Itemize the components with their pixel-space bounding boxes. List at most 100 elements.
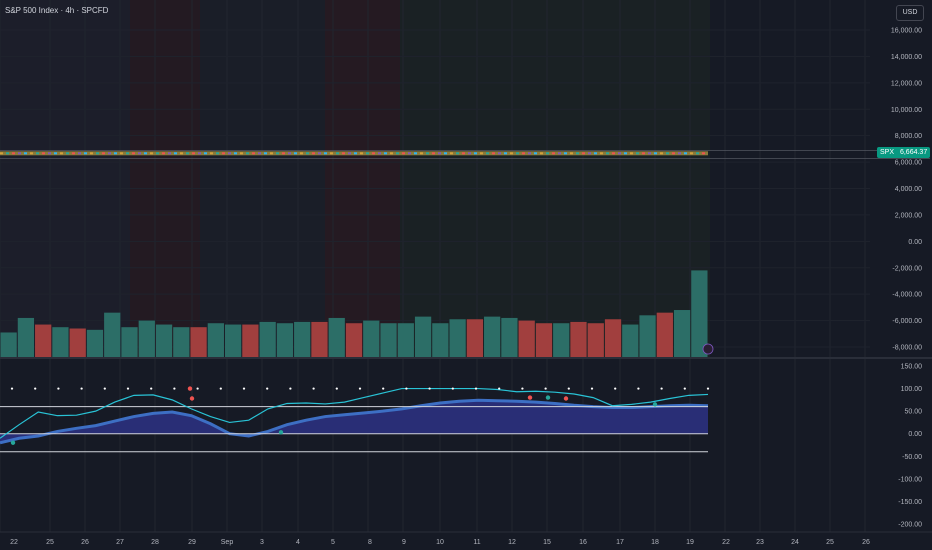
histogram-bar xyxy=(449,319,466,357)
histogram-bar xyxy=(294,321,311,357)
session-band xyxy=(325,0,400,358)
price-line-segment xyxy=(420,152,423,155)
signal-marker xyxy=(652,402,658,407)
signal-dot xyxy=(382,387,385,390)
price-line-segment xyxy=(660,152,663,155)
histogram-bar xyxy=(52,327,69,357)
price-line-segment xyxy=(360,152,363,155)
price-line-segment xyxy=(240,152,243,155)
price-line-segment xyxy=(54,152,57,155)
price-line-segment xyxy=(186,152,189,155)
signal-marker xyxy=(189,396,195,401)
y-tick-label: 16,000.00 xyxy=(891,28,922,35)
osc-y-tick-label: -100.00 xyxy=(898,476,922,483)
price-line-segment xyxy=(120,152,123,155)
x-tick-label: 12 xyxy=(508,539,516,546)
x-tick-label: 8 xyxy=(368,539,372,546)
session-band xyxy=(130,0,200,358)
x-tick-label: 26 xyxy=(81,539,89,546)
signal-dot xyxy=(405,387,408,390)
price-line-segment xyxy=(60,152,63,155)
price-line-segment xyxy=(594,152,597,155)
signal-dot xyxy=(242,387,246,390)
histogram-bar xyxy=(466,319,484,357)
price-line-segment xyxy=(396,152,399,155)
chart-canvas[interactable]: 16,000.00 14,000.00 12,000.00 10,000.00 8,00… xyxy=(0,0,932,550)
price-line-segment xyxy=(348,152,351,155)
histogram-bar xyxy=(17,317,35,357)
price-line-segment xyxy=(210,152,213,155)
histogram-bar xyxy=(622,324,639,357)
price-line-segment xyxy=(48,152,51,155)
histogram-bar xyxy=(328,317,345,357)
osc-y-tick-label: 150.00 xyxy=(901,364,923,371)
histogram-bar xyxy=(535,323,553,357)
price-line-segment xyxy=(174,152,177,155)
price-line-segment xyxy=(6,152,9,155)
price-line-segment xyxy=(630,152,633,155)
price-tag-value: 6,664.37 xyxy=(899,149,928,156)
flash-icon xyxy=(702,343,714,355)
price-line-segment xyxy=(384,152,387,155)
histogram-bar xyxy=(587,323,604,357)
price-line-segment xyxy=(666,152,669,155)
x-tick-label: 26 xyxy=(862,539,870,546)
signal-dot xyxy=(126,387,130,390)
price-line-segment xyxy=(276,152,279,155)
signal-dot xyxy=(173,387,176,390)
price-line-segment xyxy=(318,152,321,155)
session-band xyxy=(400,0,710,358)
price-line-segment xyxy=(162,152,165,155)
price-tag: SPX 6,664.37 xyxy=(877,147,931,158)
signal-marker xyxy=(545,395,551,400)
price-line-segment xyxy=(330,152,333,155)
price-line-segment xyxy=(408,152,411,155)
signal-dot xyxy=(614,387,617,390)
histogram-bar xyxy=(190,327,207,357)
chart-window[interactable]: 16,000.00 14,000.00 12,000.00 10,000.00 8,00… xyxy=(0,0,932,550)
price-line-segment xyxy=(618,152,621,155)
price-line-segment xyxy=(522,152,525,155)
histogram-bar xyxy=(673,310,691,357)
price-line-segment xyxy=(486,152,489,155)
price-line-segment xyxy=(150,152,153,155)
histogram-bar xyxy=(173,327,190,357)
price-line-segment xyxy=(444,152,447,155)
x-tick-label: 3 xyxy=(260,539,264,546)
histogram-bar xyxy=(155,324,173,357)
price-line-segment xyxy=(678,152,681,155)
signal-dot xyxy=(567,387,570,390)
signal-dot xyxy=(80,387,83,390)
price-line-segment xyxy=(342,152,345,155)
x-tick-label: 5 xyxy=(331,539,335,546)
y-tick-label: 10,000.00 xyxy=(891,107,922,114)
price-line-segment xyxy=(438,152,441,155)
price-line-segment xyxy=(690,152,693,155)
currency-button[interactable]: USD xyxy=(896,5,924,21)
price-line-segment xyxy=(288,152,291,155)
price-line-segment xyxy=(132,152,135,155)
osc-y-tick-label: -200.00 xyxy=(898,522,922,529)
price-line-segment xyxy=(0,152,3,155)
signal-dot xyxy=(706,387,710,390)
signal-dot xyxy=(57,387,60,390)
signal-dot xyxy=(637,387,640,390)
y-tick-label: -4,000.00 xyxy=(892,292,922,299)
y-tick-label: 4,000.00 xyxy=(895,186,922,193)
price-line-segment xyxy=(498,152,501,155)
price-line-segment xyxy=(528,152,531,155)
price-line-segment xyxy=(192,152,195,155)
osc-y-tick-label: 100.00 xyxy=(901,386,923,393)
price-line-segment xyxy=(462,152,465,155)
price-line-segment xyxy=(582,152,585,155)
histogram-bar xyxy=(69,328,86,357)
price-line-segment xyxy=(648,152,651,155)
signal-dot xyxy=(521,387,524,390)
histogram-bar xyxy=(380,323,397,357)
y-tick-label: -6,000.00 xyxy=(892,318,922,325)
price-line-segment xyxy=(312,152,315,155)
price-line-segment xyxy=(426,152,429,155)
y-tick-label: 12,000.00 xyxy=(891,80,922,87)
histogram-bar xyxy=(432,323,449,357)
signal-marker xyxy=(187,386,193,391)
